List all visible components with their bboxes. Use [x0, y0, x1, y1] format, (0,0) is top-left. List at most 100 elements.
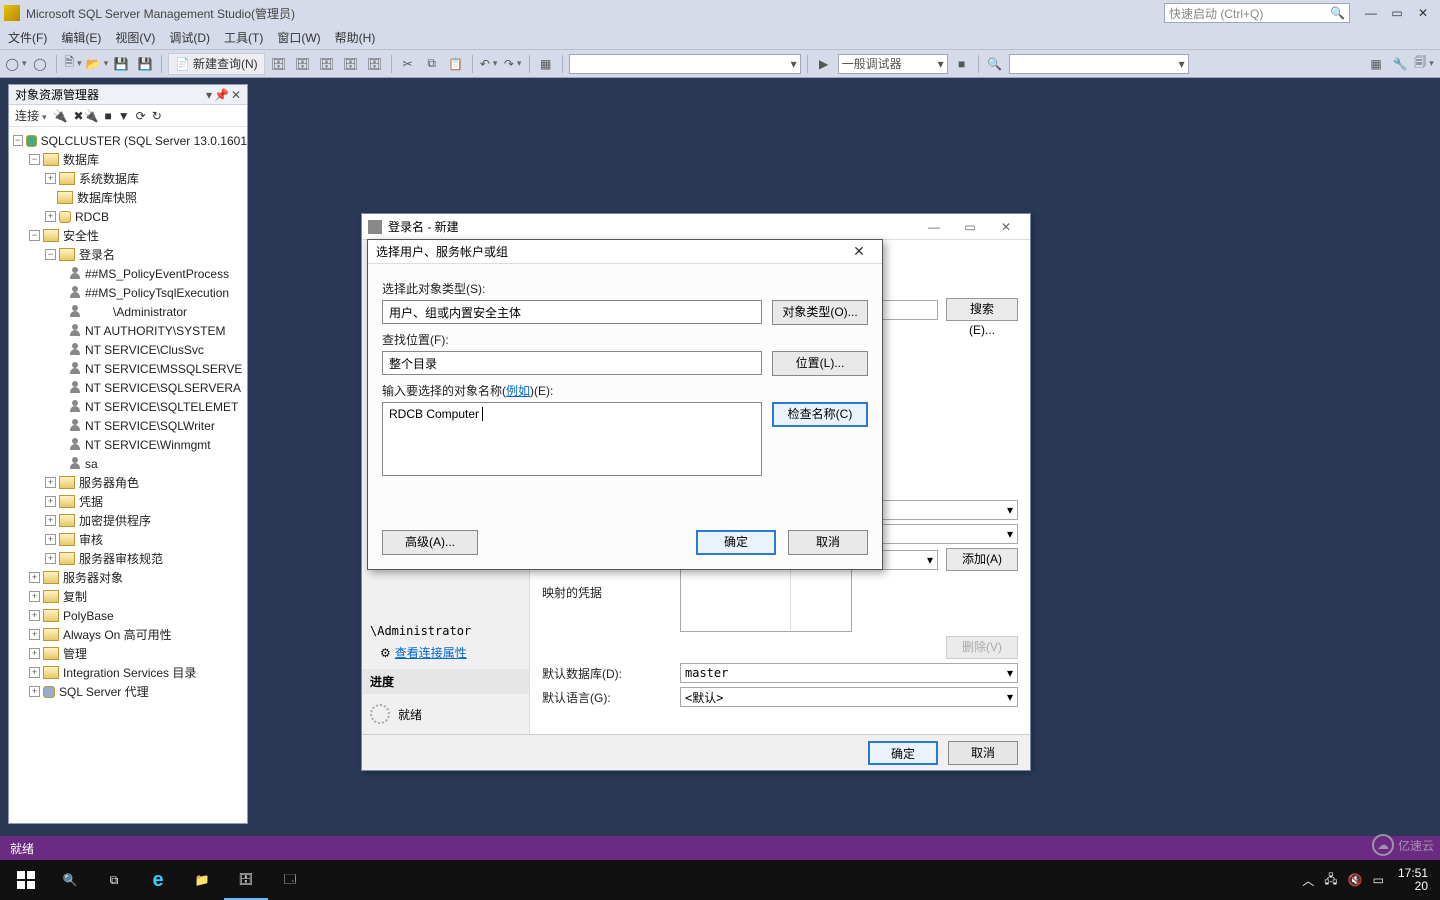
select-ok-button[interactable]: 确定	[696, 530, 776, 555]
tree-crypto[interactable]: +加密提供程序	[9, 511, 247, 530]
dialog-minimize-button[interactable]: —	[916, 220, 952, 234]
tree-login-item[interactable]: NT SERVICE\SQLWriter	[9, 416, 247, 435]
tree-alwayson[interactable]: +Always On 高可用性	[9, 625, 247, 644]
tree-login-item[interactable]: NT SERVICE\MSSQLSERVE	[9, 359, 247, 378]
login-cancel-button[interactable]: 取消	[948, 741, 1018, 765]
tree-login-item[interactable]: NT SERVICE\ClusSvc	[9, 340, 247, 359]
tree-rdcb[interactable]: +RDCB	[9, 207, 247, 226]
default-db-select[interactable]: master▾	[680, 663, 1018, 683]
object-tree[interactable]: −SQLCLUSTER (SQL Server 13.0.1601 −数据库 +…	[9, 127, 247, 823]
select-dialog-close-button[interactable]: ✕	[844, 243, 874, 260]
menu-file[interactable]: 文件(F)	[8, 29, 47, 46]
open-button[interactable]: 📂	[87, 54, 107, 74]
tree-login-item[interactable]: NT SERVICE\SQLSERVERA	[9, 378, 247, 397]
connect-icon[interactable]: 🔌	[53, 109, 68, 123]
tree-mgmt[interactable]: +管理	[9, 644, 247, 663]
tree-databases[interactable]: −数据库	[9, 150, 247, 169]
tree-login-item[interactable]: sa	[9, 454, 247, 473]
view-connection-link[interactable]: 查看连接属性	[395, 646, 467, 660]
tree-servaudit[interactable]: +服务器审核规范	[9, 549, 247, 568]
find-icon[interactable]: 🔍	[985, 54, 1005, 74]
tree-polybase[interactable]: +PolyBase	[9, 606, 247, 625]
tree-servobj[interactable]: +服务器对象	[9, 568, 247, 587]
taskbar-ssms-icon[interactable]: 🗄	[224, 860, 268, 900]
tree-logins[interactable]: −登录名	[9, 245, 247, 264]
filter-icon[interactable]: ▼	[118, 109, 130, 123]
tree-login-item[interactable]: ##MS_PolicyEventProcess	[9, 264, 247, 283]
db-engine-query-icon[interactable]: 🗄	[269, 54, 289, 74]
tree-sysdb[interactable]: +系统数据库	[9, 169, 247, 188]
tray-ime-icon[interactable]: ▭	[1373, 873, 1384, 887]
panel-close-icon[interactable]: ✕	[231, 88, 241, 102]
debug-stop-icon[interactable]: ■	[952, 54, 972, 74]
menu-view[interactable]: 视图(V)	[115, 29, 155, 46]
start-button[interactable]	[4, 860, 48, 900]
menu-help[interactable]: 帮助(H)	[335, 29, 376, 46]
taskbar-dialog-icon[interactable]: 🗔	[268, 860, 312, 900]
ext-icon-2[interactable]: 🔧	[1390, 54, 1410, 74]
tree-server-node[interactable]: −SQLCLUSTER (SQL Server 13.0.1601	[9, 131, 247, 150]
disconnect-icon[interactable]: ✖🔌	[74, 109, 99, 123]
menu-edit[interactable]: 编辑(E)	[61, 29, 101, 46]
tree-dbsnap[interactable]: 数据库快照	[9, 188, 247, 207]
new-query-button[interactable]: 📄 新建查询(N)	[168, 53, 265, 75]
maximize-button[interactable]: ▭	[1384, 3, 1410, 23]
stop-icon[interactable]: ■	[105, 109, 112, 123]
database-combo[interactable]: ▾	[569, 54, 801, 74]
object-name-input[interactable]: RDCB Computer	[382, 402, 762, 476]
tray-chevron-icon[interactable]: ︿	[1302, 872, 1314, 889]
tree-login-item[interactable]: ##MS_PolicyTsqlExecution	[9, 283, 247, 302]
tree-security[interactable]: −安全性	[9, 226, 247, 245]
tree-login-item[interactable]: NT SERVICE\SQLTELEMET	[9, 397, 247, 416]
panel-dropdown-icon[interactable]: ▾	[206, 88, 212, 102]
nav-fwd-button[interactable]: ◯	[30, 54, 50, 74]
tree-iscat[interactable]: +Integration Services 目录	[9, 663, 247, 682]
execute-icon[interactable]: ▶	[814, 54, 834, 74]
taskbar-explorer-icon[interactable]: 📁	[180, 860, 224, 900]
new-project-button[interactable]: 🗎	[63, 54, 83, 74]
save-all-button[interactable]: 💾	[135, 54, 155, 74]
quick-launch-input[interactable]: 快速启动 (Ctrl+Q) 🔍	[1164, 3, 1350, 23]
dmx-query-icon[interactable]: 🗄	[317, 54, 337, 74]
debugger-combo[interactable]: 一般调试器▾	[838, 54, 948, 74]
tree-serverroles[interactable]: +服务器角色	[9, 473, 247, 492]
taskbar-search-icon[interactable]: 🔍	[48, 860, 92, 900]
system-tray[interactable]: ︿ 🖧 🔇 ▭	[1302, 870, 1384, 891]
paste-icon[interactable]: 📋	[446, 54, 466, 74]
mdx-query-icon[interactable]: 🗄	[293, 54, 313, 74]
menu-tools[interactable]: 工具(T)	[224, 29, 263, 46]
nav-back-button[interactable]: ◯	[6, 54, 26, 74]
save-button[interactable]: 💾	[111, 54, 131, 74]
menu-window[interactable]: 窗口(W)	[277, 29, 320, 46]
dialog-maximize-button[interactable]: ▭	[952, 220, 988, 234]
minimize-button[interactable]: —	[1358, 3, 1384, 23]
dax-query-icon[interactable]: 🗄	[365, 54, 385, 74]
task-view-icon[interactable]: ⧉	[92, 860, 136, 900]
tree-login-item[interactable]: NT AUTHORITY\SYSTEM	[9, 321, 247, 340]
tree-login-item[interactable]: \Administrator	[9, 302, 247, 321]
cut-icon[interactable]: ✂	[398, 54, 418, 74]
menu-debug[interactable]: 调试(D)	[169, 29, 210, 46]
copy-icon[interactable]: ⧉	[422, 54, 442, 74]
default-lang-select[interactable]: <默认>▾	[680, 687, 1018, 707]
refresh-icon[interactable]: ⟳	[136, 109, 146, 123]
location-button[interactable]: 位置(L)...	[772, 351, 868, 376]
sync-icon[interactable]: ↻	[152, 109, 162, 123]
object-type-button[interactable]: 对象类型(O)...	[772, 300, 868, 325]
close-button[interactable]: ✕	[1410, 3, 1436, 23]
taskbar-clock[interactable]: 17:5120	[1398, 867, 1428, 893]
add-button[interactable]: 添加(A)	[946, 548, 1018, 571]
tree-login-item[interactable]: NT SERVICE\Winmgmt	[9, 435, 247, 454]
tray-volume-icon[interactable]: 🔇	[1348, 873, 1363, 887]
tree-creds[interactable]: +凭据	[9, 492, 247, 511]
tree-agent[interactable]: +SQL Server 代理	[9, 682, 247, 701]
activity-icon[interactable]: ▦	[536, 54, 556, 74]
example-link[interactable]: 例如	[506, 384, 530, 398]
taskbar-ie-icon[interactable]: e	[136, 860, 180, 900]
undo-icon[interactable]: ↶	[479, 54, 499, 74]
tree-repl[interactable]: +复制	[9, 587, 247, 606]
check-names-button[interactable]: 检查名称(C)	[772, 402, 868, 427]
advanced-button[interactable]: 高级(A)...	[382, 530, 478, 555]
ext-icon-1[interactable]: ▦	[1366, 54, 1386, 74]
ext-icon-3[interactable]: 🗐	[1414, 54, 1434, 74]
